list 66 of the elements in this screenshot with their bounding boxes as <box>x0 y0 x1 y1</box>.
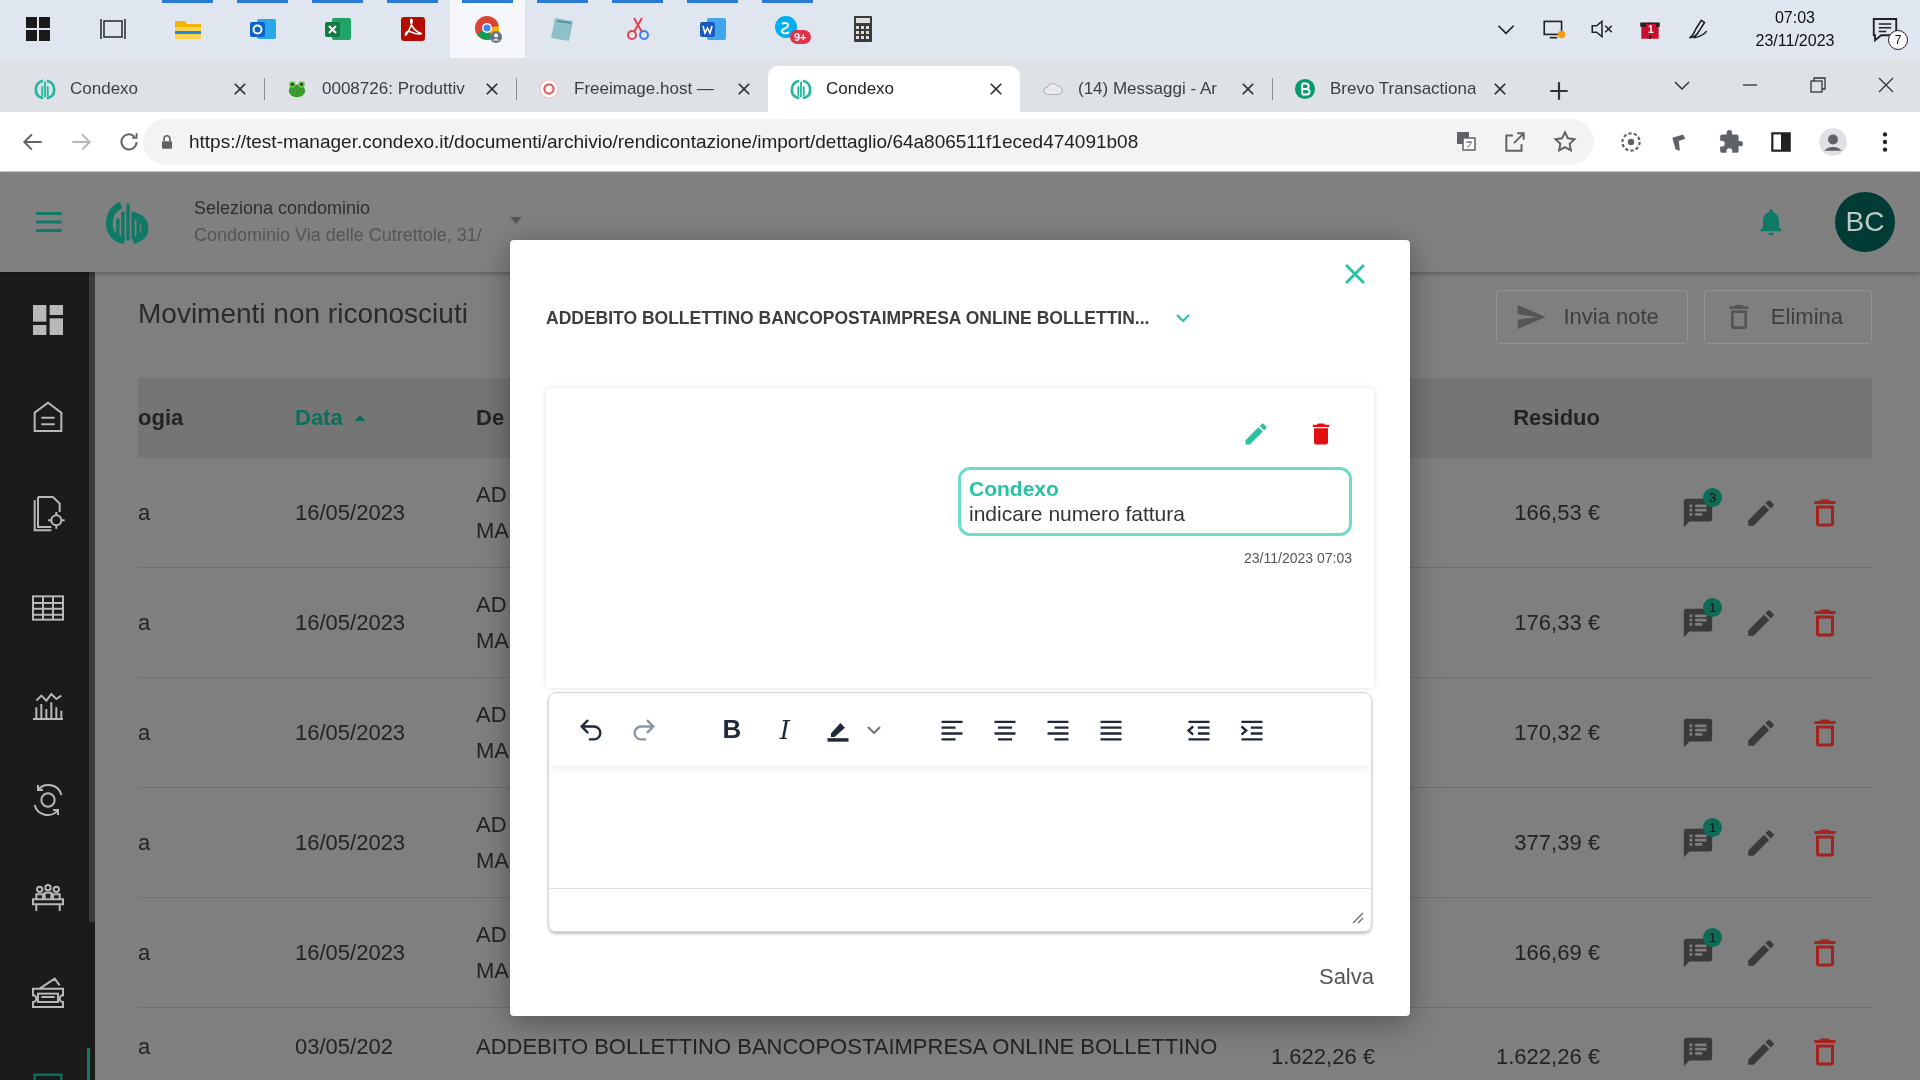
residual-cell: 176,33 € <box>1514 609 1600 635</box>
circle-logo-icon <box>1294 78 1316 100</box>
description-cell: MA <box>476 847 509 874</box>
star-icon[interactable] <box>1552 128 1578 155</box>
residual-cell: 170,32 € <box>1514 719 1600 745</box>
profile-icon[interactable] <box>1818 126 1848 157</box>
date-cell-text: 16/05/2023 <box>295 939 407 966</box>
residual-cell: 166,53 € <box>1514 499 1600 525</box>
table-cell-text: a <box>138 499 152 526</box>
notes-count-badge: 3 <box>1703 487 1722 507</box>
building-logo-icon <box>790 78 812 100</box>
taskbar-app[interactable]: 9+ <box>750 0 825 58</box>
dialog-title: ADDEBITO BOLLETTINO BANCOPOSTAIMPRESA ONLINE BOLLETTIN... <box>546 307 1150 329</box>
browser-tab[interactable]: 0008726: Produttiv <box>264 66 516 112</box>
table-cell-text: a <box>138 609 152 636</box>
browser-tab[interactable]: Freeimage.host — <box>516 66 768 112</box>
tray-badge: 1 <box>1646 24 1656 35</box>
frog-icon <box>286 78 308 100</box>
description-cell: AD <box>476 811 507 838</box>
description-cell: MA <box>476 627 509 654</box>
notes-count-badge: 1 <box>1703 927 1722 947</box>
notes-count-badge: 1 <box>1703 817 1722 837</box>
note-author: Condexo <box>969 476 1060 501</box>
page-title: Movimenti non riconosciuti <box>138 298 468 330</box>
description-cell: AD <box>476 481 507 508</box>
residual-cell: 166,69 € <box>1514 939 1600 965</box>
residual-cell: 1.622,26 € <box>1496 1044 1600 1069</box>
description-cell: ADDEBITO BOLLETTINO BANCOPOSTAIMPRESA ONLINE BOLLETTINO <box>476 1034 1218 1060</box>
field-label: Seleziona condominio <box>194 198 372 219</box>
description-cell: MA <box>476 737 509 764</box>
table-cell-text: a <box>138 719 152 746</box>
table-cell-text: a <box>138 939 152 966</box>
table-cell-text: a <box>138 1034 152 1060</box>
browser-tab[interactable]: Condexo <box>12 66 264 112</box>
date-cell-text: 16/05/2023 <box>295 829 407 856</box>
date-cell-text: 16/05/2023 <box>295 499 407 526</box>
scrollbar[interactable] <box>89 272 95 922</box>
description-cell: MA <box>476 517 509 544</box>
browser-tab[interactable]: Condexo <box>768 66 1020 112</box>
browser-tab[interactable]: (14) Messaggi - Ar <box>1020 66 1272 112</box>
note-text: indicare numero fattura <box>969 501 1186 526</box>
bold-button[interactable]: B <box>709 707 755 752</box>
description-cell: AD <box>476 591 507 618</box>
date-cell-text: 16/05/2023 <box>295 609 407 636</box>
description-cell: AD <box>476 921 507 948</box>
chevron-down-icon <box>867 725 881 734</box>
italic-button[interactable]: I <box>762 707 808 752</box>
notification-badge: 9+ <box>790 30 811 44</box>
amount-cell: 1.622,26 € <box>1271 1044 1375 1069</box>
notes-count-badge: 1 <box>1703 597 1722 617</box>
building-logo-icon <box>34 78 56 100</box>
notification-count: 7 <box>1888 30 1908 50</box>
browser-tab[interactable]: Brevo Transactiona <box>1272 66 1524 112</box>
note-timestamp: 23/11/2023 07:03 <box>1244 550 1352 566</box>
rich-text-editor[interactable]: B I <box>548 692 1372 932</box>
description-cell: AD <box>476 701 507 728</box>
date-cell-text: 03/05/202 <box>295 1034 394 1060</box>
ring-icon <box>538 78 560 100</box>
clock[interactable]: 07:03 23/11/2023 <box>1740 0 1850 58</box>
save-button[interactable]: Salva <box>1318 960 1374 994</box>
puzzle-icon[interactable] <box>1718 128 1744 155</box>
residual-cell: 377,39 € <box>1514 829 1600 855</box>
avatar[interactable]: BC <box>1835 192 1895 252</box>
table-cell-text: a <box>138 829 152 856</box>
description-cell: MA <box>476 957 509 984</box>
date-cell-text: 16/05/2023 <box>295 719 407 746</box>
